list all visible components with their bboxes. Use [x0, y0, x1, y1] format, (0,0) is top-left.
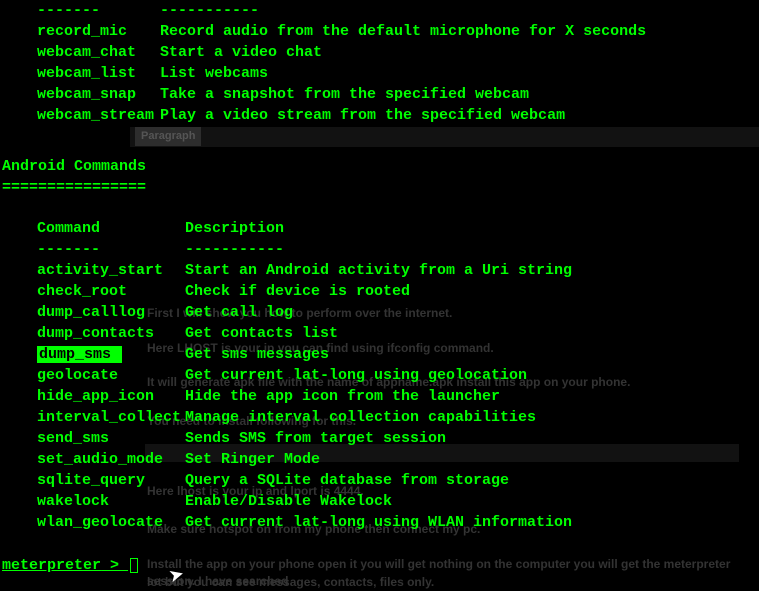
command-name: interval_collect [2, 407, 185, 428]
meterpreter-prompt[interactable]: meterpreter > [2, 555, 757, 576]
command-name: send_sms [2, 428, 185, 449]
table-row: webcam_snapTake a snapshot from the spec… [2, 84, 646, 105]
command-name: geolocate [2, 365, 185, 386]
table-row: hide_app_iconHide the app icon from the … [2, 386, 572, 407]
stdapi-sep2: ----------- [160, 0, 646, 21]
command-name: wakelock [2, 491, 185, 512]
bg-line8: lot but you can see messages, contacts, … [147, 574, 434, 591]
command-desc: Play a video stream from the specified w… [160, 105, 646, 126]
table-row: wakelockEnable/Disable Wakelock [2, 491, 572, 512]
command-desc: Get call log [185, 302, 572, 323]
command-desc: Start a video chat [160, 42, 646, 63]
command-name: check_root [2, 281, 185, 302]
command-name: wlan_geolocate [2, 512, 185, 533]
command-name: activity_start [2, 260, 185, 281]
command-name: webcam_list [2, 63, 160, 84]
table-row: webcam_listList webcams [2, 63, 646, 84]
command-desc: Get contacts list [185, 323, 572, 344]
table-row: dump_contactsGet contacts list [2, 323, 572, 344]
table-row: dump_sms Get sms messages [2, 344, 572, 365]
stdapi-sep1: ------- [2, 0, 160, 21]
table-row: wlan_geolocateGet current lat-long using… [2, 512, 572, 533]
command-desc: Get current lat-long using WLAN informat… [185, 512, 572, 533]
command-desc: List webcams [160, 63, 646, 84]
prompt-text: meterpreter [2, 557, 101, 574]
prompt-arrow: > [101, 557, 128, 574]
table-row: dump_calllogGet call log [2, 302, 572, 323]
command-name: dump_sms [2, 344, 185, 365]
command-name: webcam_chat [2, 42, 160, 63]
table-row: record_micRecord audio from the default … [2, 21, 646, 42]
command-desc: Take a snapshot from the specified webca… [160, 84, 646, 105]
terminal-output[interactable]: ------- ----------- record_micRecord aud… [0, 0, 759, 576]
table-row: webcam_chatStart a video chat [2, 42, 646, 63]
command-desc: Query a SQLite database from storage [185, 470, 572, 491]
table-row: check_rootCheck if device is rooted [2, 281, 572, 302]
command-name: webcam_stream [2, 105, 160, 126]
command-desc: Start an Android activity from a Uri str… [185, 260, 572, 281]
android-sep-cmd: ------- [2, 239, 185, 260]
command-desc: Record audio from the default microphone… [160, 21, 646, 42]
table-row: set_audio_modeSet Ringer Mode [2, 449, 572, 470]
android-commands-table: Command Description ------- ----------- … [2, 218, 572, 533]
android-header-desc: Description [185, 218, 572, 239]
table-row: activity_startStart an Android activity … [2, 260, 572, 281]
android-sep-desc: ----------- [185, 239, 572, 260]
highlighted-command: dump_sms [37, 346, 122, 363]
command-name: dump_calllog [2, 302, 185, 323]
android-title: Android Commands [2, 156, 757, 177]
command-desc: Get sms messages [185, 344, 572, 365]
table-row: webcam_streamPlay a video stream from th… [2, 105, 646, 126]
table-row: send_smsSends SMS from target session [2, 428, 572, 449]
android-header-cmd: Command [2, 218, 185, 239]
table-separator-row: ------- ----------- [2, 239, 572, 260]
command-name: sqlite_query [2, 470, 185, 491]
command-name: dump_contacts [2, 323, 185, 344]
cursor-icon [130, 558, 138, 573]
command-name: webcam_snap [2, 84, 160, 105]
command-name: record_mic [2, 21, 160, 42]
command-name: hide_app_icon [2, 386, 185, 407]
android-section-header: Android Commands ================ [2, 156, 757, 198]
stdapi-commands-table: ------- ----------- record_micRecord aud… [2, 0, 646, 126]
command-name: set_audio_mode [2, 449, 185, 470]
command-desc: Get current lat-long using geolocation [185, 365, 572, 386]
command-desc: Sends SMS from target session [185, 428, 572, 449]
table-row: geolocateGet current lat-long using geol… [2, 365, 572, 386]
table-header-row: Command Description [2, 218, 572, 239]
command-desc: Check if device is rooted [185, 281, 572, 302]
android-underline: ================ [2, 177, 757, 198]
table-row: sqlite_queryQuery a SQLite database from… [2, 470, 572, 491]
command-desc: Enable/Disable Wakelock [185, 491, 572, 512]
command-desc: Set Ringer Mode [185, 449, 572, 470]
table-row: interval_collectManage interval collecti… [2, 407, 572, 428]
table-separator-row: ------- ----------- [2, 0, 646, 21]
command-desc: Hide the app icon from the launcher [185, 386, 572, 407]
command-desc: Manage interval collection capabilities [185, 407, 572, 428]
